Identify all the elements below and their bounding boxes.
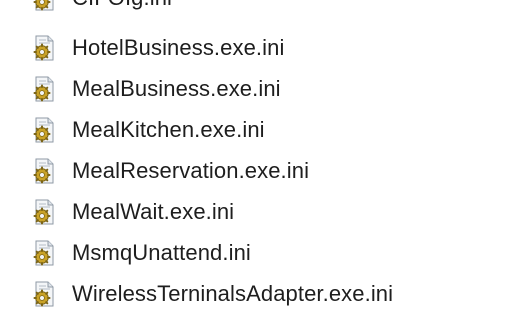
file-item[interactable]: MealKitchen.exe.ini	[30, 113, 265, 147]
ini-config-file-icon	[30, 116, 58, 144]
file-item[interactable]: MealWait.exe.ini	[30, 195, 234, 229]
file-item[interactable]: MealReservation.exe.ini	[30, 154, 309, 188]
file-name: CIFOIg.ini	[72, 0, 172, 11]
file-name: MealWait.exe.ini	[72, 199, 235, 224]
ini-config-file-icon	[30, 239, 58, 267]
ini-config-file-icon	[30, 0, 58, 12]
file-name: MealKitchen.exe.ini	[72, 117, 265, 142]
file-item[interactable]: MsmqUnattend.ini	[30, 236, 251, 270]
ini-config-file-icon	[30, 198, 58, 226]
ini-config-file-icon	[30, 157, 58, 185]
file-name: MsmqUnattend.ini	[72, 240, 251, 265]
file-item[interactable]: CIFOIg.ini	[30, 0, 172, 15]
file-list: CIFOIg.ini HotelBusiness.exe.ini MealBus…	[0, 0, 527, 324]
file-name: MealReservation.exe.ini	[72, 158, 310, 183]
file-name: HotelBusiness.exe.ini	[72, 35, 285, 60]
file-name: WirelessTerninalsAdapter.exe.ini	[72, 281, 394, 306]
file-item[interactable]: WirelessTerninalsAdapter.exe.ini	[30, 277, 393, 311]
file-item[interactable]: HotelBusiness.exe.ini	[30, 31, 284, 65]
file-name: MealBusiness.exe.ini	[72, 76, 281, 101]
ini-config-file-icon	[30, 75, 58, 103]
ini-config-file-icon	[30, 280, 58, 308]
file-item[interactable]: MealBusiness.exe.ini	[30, 72, 281, 106]
ini-config-file-icon	[30, 34, 58, 62]
